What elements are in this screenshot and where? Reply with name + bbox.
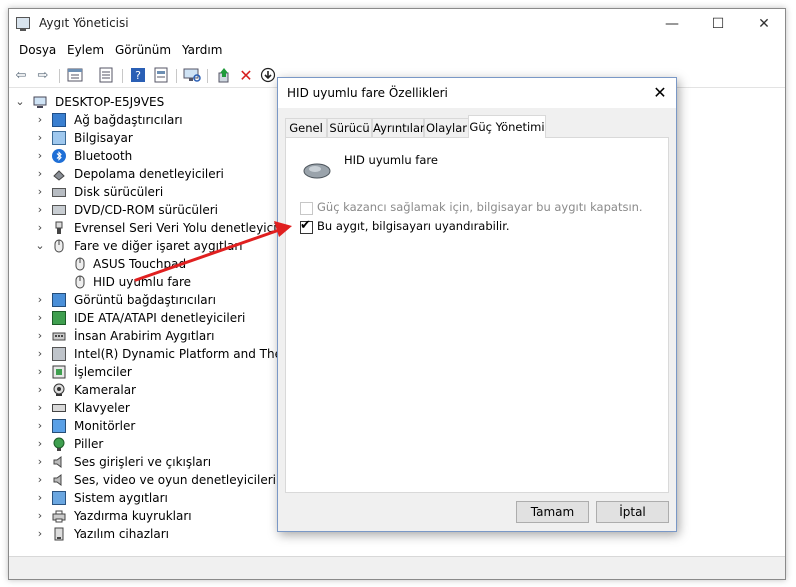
chevron-right-icon[interactable]: ›	[35, 165, 45, 183]
chevron-right-icon[interactable]: ›	[35, 489, 45, 507]
battery-icon	[52, 437, 66, 451]
maximize-button[interactable]: ☐	[695, 9, 741, 39]
processor-icon	[52, 365, 66, 379]
audio-io-icon	[52, 455, 66, 469]
menu-view[interactable]: Görünüm	[115, 43, 171, 57]
chevron-right-icon[interactable]: ›	[35, 399, 45, 417]
mouse-icon	[52, 239, 66, 253]
close-button[interactable]: ✕	[741, 9, 787, 39]
menu-file[interactable]: Dosya	[19, 43, 56, 57]
chevron-right-icon[interactable]: ›	[35, 453, 45, 471]
cancel-button[interactable]: İptal	[596, 501, 669, 523]
window-title: Aygıt Yöneticisi	[39, 16, 129, 30]
network-adapter-icon	[52, 113, 66, 127]
chevron-down-icon[interactable]: ⌄	[35, 237, 45, 255]
allow-wake-label: Bu aygıt, bilgisayarı uyandırabilir.	[317, 219, 510, 233]
uninstall-device-icon[interactable]: ✕	[237, 67, 255, 85]
toolbar-separator	[207, 69, 208, 83]
mouse-icon	[73, 275, 87, 289]
forward-arrow-icon[interactable]: ⇨	[34, 67, 52, 85]
ide-controller-icon	[52, 311, 66, 325]
mouse-device-icon	[302, 160, 332, 185]
properties-dialog: HID uyumlu fare Özellikleri ✕ Genel Sürü…	[277, 77, 677, 532]
device-name-label: HID uyumlu fare	[344, 153, 438, 167]
allow-wake-checkbox[interactable]: ✔	[300, 218, 313, 234]
properties-list-icon[interactable]	[66, 67, 84, 85]
monitor-icon	[52, 419, 66, 433]
storage-controller-icon	[52, 167, 66, 181]
chevron-right-icon[interactable]: ›	[35, 183, 45, 201]
camera-icon	[52, 383, 66, 397]
chevron-right-icon[interactable]: ›	[35, 507, 45, 525]
chevron-right-icon[interactable]: ›	[35, 417, 45, 435]
tab-power-management[interactable]: Güç Yönetimi	[468, 115, 546, 138]
toolbar-separator	[122, 69, 123, 83]
update-list-icon[interactable]	[97, 67, 115, 85]
disk-drive-icon	[52, 188, 66, 197]
disable-device-icon[interactable]	[259, 67, 277, 85]
minimize-button[interactable]: —	[649, 9, 695, 39]
chevron-right-icon[interactable]: ›	[35, 381, 45, 399]
status-bar	[9, 556, 785, 579]
computer-icon	[52, 131, 66, 145]
chevron-right-icon[interactable]: ›	[35, 219, 45, 237]
dialog-close-button[interactable]: ✕	[650, 83, 670, 103]
svg-text:?: ?	[135, 69, 141, 82]
allow-power-off-label: Güç kazancı sağlamak için, bilgisayar bu…	[317, 200, 643, 214]
scan-hardware-icon[interactable]	[183, 67, 201, 85]
toolbar-separator	[59, 69, 60, 83]
chevron-right-icon[interactable]: ›	[35, 435, 45, 453]
chevron-right-icon[interactable]: ›	[35, 111, 45, 129]
mouse-icon	[73, 257, 87, 271]
device-tree: ⌄ DESKTOP-E5J9VES › Ağ bağdaştırıcıları …	[15, 93, 279, 543]
menu-action[interactable]: Eylem	[67, 43, 104, 57]
computer-icon	[33, 95, 47, 109]
chevron-down-icon[interactable]: ⌄	[15, 93, 25, 111]
device-manager-icon	[16, 17, 30, 31]
chevron-right-icon[interactable]: ›	[35, 327, 45, 345]
chevron-right-icon[interactable]: ›	[35, 309, 45, 327]
menu-help[interactable]: Yardım	[182, 43, 222, 57]
platform-icon	[52, 347, 66, 361]
chevron-right-icon[interactable]: ›	[35, 363, 45, 381]
chevron-right-icon[interactable]: ›	[35, 147, 45, 165]
allow-power-off-checkbox	[300, 202, 313, 215]
dvd-drive-icon	[52, 205, 66, 215]
chevron-right-icon[interactable]: ›	[35, 291, 45, 309]
tab-general[interactable]: Genel	[285, 118, 327, 137]
tab-details[interactable]: Ayrıntılar	[372, 118, 425, 137]
display-adapter-icon	[52, 293, 66, 307]
update-driver-icon[interactable]	[215, 67, 233, 85]
help-icon[interactable]: ?	[129, 67, 147, 85]
properties-icon[interactable]	[152, 67, 170, 85]
menu-bar: Dosya Eylem Görünüm Yardım	[9, 41, 785, 61]
software-device-icon	[52, 527, 66, 541]
ok-button[interactable]: Tamam	[516, 501, 589, 523]
back-arrow-icon[interactable]: ⇦	[12, 67, 30, 85]
system-devices-icon	[52, 491, 66, 505]
printer-icon	[52, 509, 66, 523]
keyboard-icon	[52, 404, 66, 412]
bluetooth-icon	[52, 149, 66, 163]
chevron-right-icon[interactable]: ›	[35, 345, 45, 363]
toolbar-separator	[176, 69, 177, 83]
dialog-title-bar: HID uyumlu fare Özellikleri ✕	[278, 78, 676, 108]
hid-icon	[52, 329, 66, 343]
title-bar: Aygıt Yöneticisi — ☐ ✕	[9, 9, 785, 39]
sound-controller-icon	[52, 473, 66, 487]
tab-events[interactable]: Olaylar	[424, 118, 469, 137]
chevron-right-icon[interactable]: ›	[35, 129, 45, 147]
chevron-right-icon[interactable]: ›	[35, 471, 45, 489]
dialog-title: HID uyumlu fare Özellikleri	[287, 86, 448, 100]
chevron-right-icon[interactable]: ›	[35, 201, 45, 219]
usb-icon	[52, 221, 66, 235]
power-management-panel: HID uyumlu fare Güç kazancı sağlamak içi…	[285, 137, 669, 493]
tab-driver[interactable]: Sürücü	[327, 118, 372, 137]
chevron-right-icon[interactable]: ›	[35, 525, 45, 543]
